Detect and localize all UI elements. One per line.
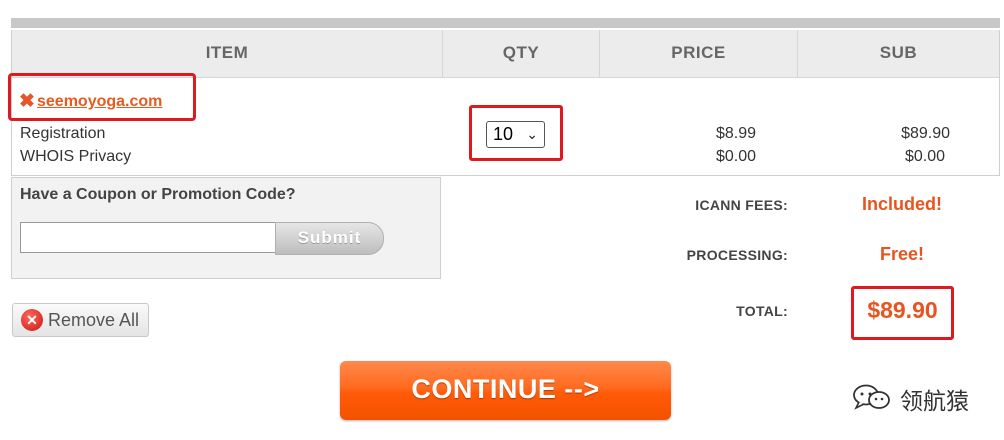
icann-fees-value: Included!: [862, 194, 942, 214]
coupon-title: Have a Coupon or Promotion Code?: [20, 186, 296, 203]
x-icon[interactable]: ✖: [19, 92, 35, 112]
processing-value: Free!: [879, 244, 924, 264]
chevron-down-icon: ⌄: [526, 126, 538, 142]
icann-fees-label: ICANN FEES:: [695, 197, 788, 213]
qty-value: 10: [493, 124, 514, 144]
sub-whois: $0.00: [904, 148, 945, 165]
column-header-price: PRICE: [599, 30, 797, 78]
total-label: TOTAL:: [736, 303, 788, 319]
line-label-whois: WHOIS Privacy: [20, 148, 132, 165]
qty-select[interactable]: 10 ⌄: [486, 121, 545, 148]
remove-all-button[interactable]: ✕ Remove All: [12, 303, 149, 337]
price-whois: $0.00: [715, 148, 756, 165]
coupon-panel: Have a Coupon or Promotion Code? Submit: [11, 177, 441, 279]
remove-circle-icon: ✕: [21, 309, 43, 331]
column-header-qty: QTY: [442, 30, 599, 78]
line-label-registration: Registration: [20, 125, 106, 142]
cart-table-header: ITEM QTY PRICE SUB: [12, 30, 999, 78]
total-value: $89.90: [867, 297, 938, 323]
sub-registration: $89.90: [901, 125, 950, 142]
price-registration: $8.99: [715, 125, 756, 142]
submit-button[interactable]: Submit: [275, 222, 384, 255]
top-divider-bar: [11, 18, 1000, 28]
column-header-item: ITEM: [205, 43, 249, 62]
remove-all-label: Remove All: [48, 310, 140, 330]
column-header-sub: SUB: [797, 30, 999, 78]
wechat-icon: [853, 384, 890, 410]
coupon-input[interactable]: [20, 222, 276, 253]
processing-label: PROCESSING:: [686, 247, 788, 263]
continue-button[interactable]: CONTINUE -->: [340, 361, 671, 420]
domain-link[interactable]: seemoyoga.com: [37, 93, 162, 111]
watermark-text: 领航猿: [900, 389, 969, 415]
